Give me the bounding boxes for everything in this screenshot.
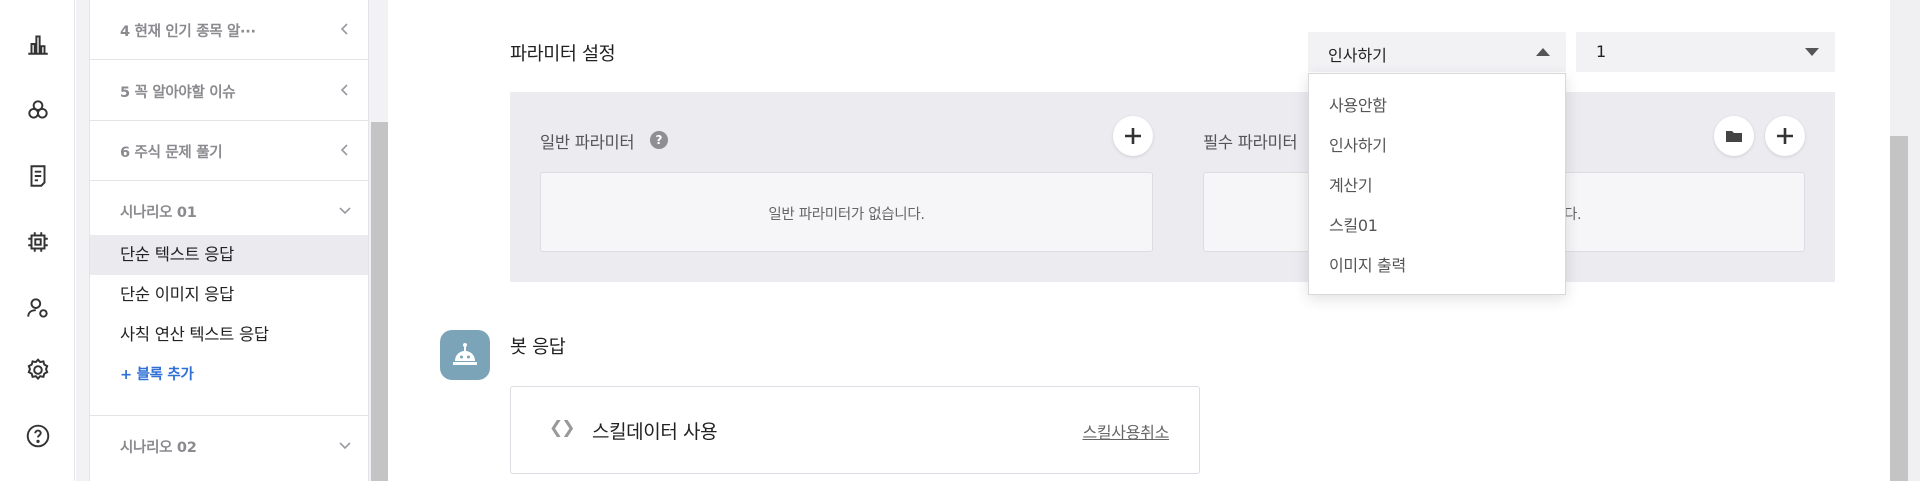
sidebar-item-image-response[interactable]: 단순 이미지 응답	[90, 275, 368, 315]
add-required-param-button[interactable]	[1765, 116, 1805, 156]
icon-rail	[0, 0, 75, 481]
block-group-label: 4 현재 인기 종목 알···	[120, 24, 256, 40]
help-circle-icon[interactable]	[20, 418, 56, 454]
sidebar-scrollbar[interactable]	[371, 122, 388, 481]
block-sidebar: 4 현재 인기 종목 알··· 5 꼭 알아야할 이슈 6 주식 문제 풀기 시…	[89, 0, 369, 481]
required-param-label: 필수 파라미터	[1203, 133, 1298, 152]
skill-data-card: ❮❯ 스킬데이터 사용 스킬사용취소	[510, 386, 1200, 474]
sidebar-item-text-response[interactable]: 단순 텍스트 응답	[90, 235, 368, 275]
folder-icon	[1726, 131, 1742, 142]
chevron-left-icon[interactable]	[338, 21, 352, 35]
code-icon: ❮❯	[549, 418, 575, 438]
question-icon[interactable]: ?	[650, 131, 668, 149]
skill-select[interactable]: 인사하기	[1308, 32, 1566, 72]
skill-select-value: 인사하기	[1328, 46, 1387, 65]
scenario-group[interactable]: 시나리오 02	[90, 415, 368, 475]
scenario-group[interactable]: 시나리오 01	[90, 181, 368, 241]
general-param-empty: 일반 파라미터가 없습니다.	[540, 172, 1153, 252]
general-param-empty-message: 일반 파라미터가 없습니다.	[768, 207, 925, 223]
scenario-label: 시나리오 01	[120, 205, 197, 221]
add-block-link[interactable]: + 블록 추가	[120, 363, 194, 384]
cancel-skill-link[interactable]: 스킬사용취소	[1082, 419, 1169, 443]
chevron-down-icon[interactable]	[338, 202, 352, 216]
chart-icon[interactable]	[20, 26, 56, 62]
chevron-left-icon[interactable]	[338, 142, 352, 156]
shapes-icon[interactable]	[20, 92, 56, 128]
block-group[interactable]: 6 주식 문제 풀기	[90, 121, 368, 181]
plus-icon	[1125, 128, 1141, 144]
add-general-param-button[interactable]	[1113, 116, 1153, 156]
scenario-label: 시나리오 02	[120, 440, 197, 456]
version-select[interactable]: 1	[1576, 32, 1835, 72]
block-group[interactable]: 4 현재 인기 종목 알···	[90, 0, 368, 60]
chip-icon[interactable]	[20, 224, 56, 260]
version-select-value: 1	[1596, 42, 1607, 61]
user-settings-icon[interactable]	[20, 290, 56, 326]
dropdown-option[interactable]: 사용안함	[1329, 92, 1387, 116]
document-icon[interactable]	[20, 158, 56, 194]
bot-icon	[453, 343, 477, 365]
dropdown-option[interactable]: 스킬01	[1329, 212, 1378, 236]
param-settings-title: 파라미터 설정	[510, 44, 616, 65]
block-group[interactable]: 5 꼭 알아야할 이슈	[90, 61, 368, 121]
required-param-empty-message: 다.	[1564, 207, 1582, 223]
gear-icon[interactable]	[20, 352, 56, 388]
dropdown-option[interactable]: 인사하기	[1329, 132, 1387, 156]
dropdown-option[interactable]: 계산기	[1329, 172, 1373, 196]
skill-data-title: 스킬데이터 사용	[592, 421, 718, 443]
chevron-down-icon[interactable]	[338, 437, 352, 451]
bot-avatar	[440, 330, 490, 380]
block-group-label: 6 주식 문제 풀기	[120, 145, 223, 161]
folder-button[interactable]	[1714, 116, 1754, 156]
caret-down-icon	[1805, 48, 1819, 56]
sidebar-item-arithmetic-response[interactable]: 사칙 연산 텍스트 응답	[90, 315, 368, 355]
skill-dropdown-menu: 사용안함 인사하기 계산기 스킬01 이미지 출력	[1308, 73, 1566, 295]
main-scrollbar[interactable]	[1890, 136, 1908, 481]
dropdown-option[interactable]: 이미지 출력	[1329, 252, 1406, 276]
plus-icon	[1777, 128, 1793, 144]
caret-up-icon	[1536, 48, 1550, 56]
chevron-left-icon[interactable]	[338, 82, 352, 96]
general-param-label: 일반 파라미터	[540, 133, 635, 152]
bot-response-title: 봇 응답	[510, 337, 566, 358]
block-group-label: 5 꼭 알아야할 이슈	[120, 85, 236, 101]
